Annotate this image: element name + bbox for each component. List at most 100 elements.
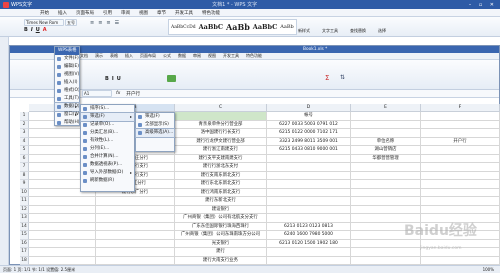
inner-bold-icon[interactable]: B bbox=[105, 76, 109, 82]
table-cell[interactable]: 6227 0033 5003 0791 012 bbox=[267, 120, 351, 129]
italic-icon[interactable]: I bbox=[31, 27, 33, 33]
text-tools-button[interactable]: 文字工具 bbox=[322, 28, 338, 34]
inner-underline-icon[interactable]: U bbox=[117, 76, 121, 82]
table-cell[interactable]: 建行支平支建南建支行 bbox=[175, 154, 267, 163]
style-sample-4[interactable]: AaBbC bbox=[253, 23, 277, 31]
table-cell[interactable] bbox=[267, 256, 351, 265]
style-sample-3[interactable]: AaBb bbox=[226, 22, 250, 32]
table-cell[interactable] bbox=[351, 120, 421, 129]
paragraph-buttons[interactable]: ≡ ≡ ≡ ☰ bbox=[90, 20, 119, 26]
bold-icon[interactable]: B bbox=[24, 27, 28, 33]
align-right-icon[interactable]: ≡ bbox=[106, 20, 110, 26]
app-menu-item[interactable]: 视图(V) bbox=[55, 71, 79, 79]
inner-green-merge-icon[interactable] bbox=[167, 75, 176, 82]
row-number[interactable]: 5 bbox=[20, 146, 29, 155]
column-header-c[interactable]: C bbox=[175, 104, 267, 112]
row-number[interactable]: 12 bbox=[20, 205, 29, 214]
table-cell[interactable] bbox=[29, 205, 96, 214]
table-cell[interactable]: 6215 0433 0810 9000 001 bbox=[267, 146, 351, 155]
table-cell[interactable]: 3323 2499 8011 3509 001 bbox=[267, 137, 351, 146]
data-submenu-item[interactable]: 排序(S)... bbox=[81, 105, 134, 113]
app-menu-item[interactable]: 数据(D) ▸ bbox=[54, 102, 80, 112]
align-left-icon[interactable]: ≡ bbox=[90, 20, 94, 26]
table-cell[interactable] bbox=[421, 188, 500, 197]
inner-tab-show[interactable]: 演示 bbox=[95, 53, 103, 59]
data-submenu-item[interactable]: 有效性(L)... bbox=[81, 137, 134, 145]
data-submenu-item[interactable]: 分列(E)... bbox=[81, 145, 134, 153]
row-number[interactable]: 15 bbox=[20, 231, 29, 240]
data-submenu-item[interactable]: 筛选(F) ▸ bbox=[80, 112, 135, 122]
menu-ref[interactable]: 引用 bbox=[103, 10, 112, 16]
table-cell[interactable]: 建行行浙北东支付 bbox=[175, 163, 267, 172]
table-cell[interactable] bbox=[267, 180, 351, 189]
column-header-e[interactable]: E bbox=[351, 104, 421, 112]
app-menu-item[interactable]: 格式(O) bbox=[55, 87, 79, 95]
data-submenu-item[interactable]: 合并计算(N)... bbox=[81, 153, 134, 161]
font-name-select[interactable]: Times New Rom bbox=[24, 19, 64, 26]
find-replace-button[interactable]: 查找替换 bbox=[350, 28, 366, 34]
table-cell[interactable] bbox=[421, 120, 500, 129]
inner-tab-insert[interactable]: 插入 bbox=[125, 53, 133, 59]
table-cell[interactable] bbox=[421, 163, 500, 172]
table-cell[interactable] bbox=[267, 171, 351, 180]
table-cell[interactable] bbox=[29, 231, 96, 240]
data-submenu-item[interactable]: 数据透视表(P)... bbox=[81, 161, 134, 169]
format-buttons[interactable]: BIUA bbox=[24, 27, 47, 33]
table-cell[interactable]: 建行鸿南东新北支行 bbox=[175, 188, 267, 197]
filter-submenu-item[interactable]: 高级筛选(A)... bbox=[135, 128, 175, 138]
inner-tab-layout[interactable]: 页面布局 bbox=[140, 53, 156, 59]
table-cell[interactable]: 广东东佳国际银行珠海西珠行 bbox=[175, 222, 267, 231]
app-menu-item[interactable]: 文件(F) bbox=[55, 55, 79, 63]
table-cell[interactable]: 6213 0123 0123 0813 bbox=[267, 222, 351, 231]
table-cell[interactable] bbox=[421, 256, 500, 265]
inner-tab-dev[interactable]: 开发工具 bbox=[223, 53, 239, 59]
table-cell[interactable] bbox=[96, 239, 175, 248]
table-cell[interactable]: 建设银行 bbox=[175, 205, 267, 214]
app-menu-header[interactable]: WPS表格 bbox=[55, 47, 79, 55]
table-cell[interactable]: 6213 0120 1500 1902 180 bbox=[267, 239, 351, 248]
row-number[interactable]: 6 bbox=[20, 154, 29, 163]
table-cell[interactable]: 6240 1600 7980 5000 bbox=[267, 231, 351, 240]
table-cell[interactable] bbox=[351, 129, 421, 138]
menu-review[interactable]: 审阅 bbox=[121, 10, 130, 16]
table-cell[interactable]: 青亲泉单件分行营业部 bbox=[175, 120, 267, 129]
row-number[interactable]: 7 bbox=[20, 163, 29, 172]
table-cell[interactable] bbox=[421, 146, 500, 155]
inner-sum-icon[interactable]: Σ bbox=[325, 74, 329, 82]
table-cell[interactable] bbox=[421, 171, 500, 180]
align-center-icon[interactable]: ≡ bbox=[98, 20, 102, 26]
style-sample-2[interactable]: AaBbC bbox=[199, 23, 223, 31]
row-number[interactable]: 14 bbox=[20, 222, 29, 231]
column-header-f[interactable]: F bbox=[421, 104, 500, 112]
table-cell[interactable]: 建行行龙伊文建行营业部 bbox=[175, 137, 267, 146]
table-cell[interactable] bbox=[421, 129, 500, 138]
table-cell[interactable]: 6215 0122 0000 7102 171 bbox=[267, 129, 351, 138]
table-cell[interactable] bbox=[96, 214, 175, 223]
new-style-button[interactable]: 新样式 bbox=[298, 28, 310, 34]
menu-view[interactable]: 视图 bbox=[139, 10, 148, 16]
menu-chapter[interactable]: 章节 bbox=[157, 10, 166, 16]
row-number[interactable]: 1 bbox=[20, 112, 29, 121]
table-cell[interactable] bbox=[29, 248, 96, 257]
table-cell[interactable] bbox=[351, 239, 421, 248]
table-cell[interactable] bbox=[351, 163, 421, 172]
font-color-icon[interactable]: A bbox=[43, 27, 47, 33]
table-cell[interactable] bbox=[96, 256, 175, 265]
app-menu-item[interactable]: 窗口(W) ▸ bbox=[55, 111, 79, 119]
inner-sort-icon[interactable]: ⇅ bbox=[340, 74, 345, 81]
table-cell[interactable] bbox=[29, 239, 96, 248]
inner-tab-sheet[interactable]: 表格 bbox=[110, 53, 118, 59]
data-submenu-item[interactable]: 导入外部数据(D) ▸ bbox=[81, 169, 134, 177]
table-cell[interactable] bbox=[96, 197, 175, 206]
table-cell[interactable]: 建行大南支行业务 bbox=[175, 256, 267, 265]
style-sample-1[interactable]: AaBbCcDd bbox=[171, 25, 196, 30]
inner-tab-data[interactable]: 数据 bbox=[178, 53, 186, 59]
row-number[interactable]: 18 bbox=[20, 256, 29, 265]
table-cell[interactable] bbox=[96, 222, 175, 231]
row-number[interactable]: 3 bbox=[20, 129, 29, 138]
inner-tab-formula[interactable]: 公式 bbox=[163, 53, 171, 59]
table-cell[interactable] bbox=[175, 112, 267, 121]
wps-logo-icon[interactable] bbox=[3, 1, 9, 8]
table-cell[interactable] bbox=[96, 231, 175, 240]
menu-special[interactable]: 特色功能 bbox=[202, 10, 220, 16]
